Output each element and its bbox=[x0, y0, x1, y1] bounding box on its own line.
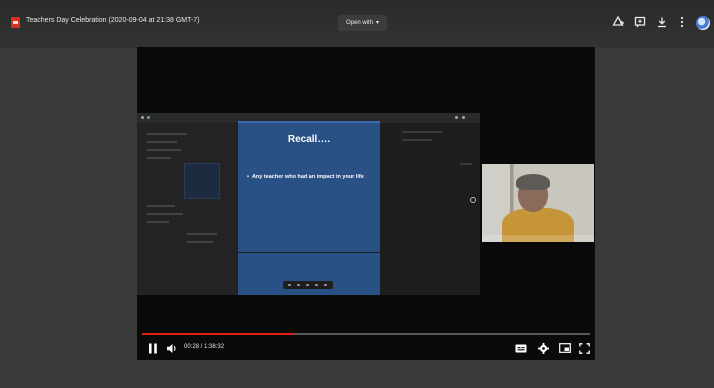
recorded-sidebar bbox=[137, 123, 237, 295]
volume-icon[interactable] bbox=[165, 342, 178, 354]
recorded-thumbnail bbox=[184, 163, 220, 199]
video-file-icon bbox=[11, 17, 20, 28]
add-to-drive-icon[interactable] bbox=[610, 14, 626, 30]
settings-icon[interactable] bbox=[537, 342, 550, 354]
time-display: 00:28 / 1:38:32 bbox=[184, 344, 225, 350]
file-title: Teachers Day Celebration (2020-09-04 at … bbox=[26, 17, 200, 24]
pause-icon[interactable] bbox=[147, 342, 159, 354]
slide-bullet-text: Any teacher who had an impact in your li… bbox=[251, 174, 364, 180]
recorded-panel bbox=[380, 123, 480, 295]
slide-bullet: • Any teacher who had an impact in your l… bbox=[247, 174, 375, 181]
recorded-dot bbox=[455, 116, 458, 119]
progress-bar[interactable] bbox=[142, 333, 590, 335]
screen-recording: Recall…. • Any teacher who had an impact … bbox=[137, 113, 480, 295]
more-vert-icon[interactable] bbox=[674, 14, 690, 30]
webcam-name-strip bbox=[482, 235, 594, 242]
fullscreen-icon[interactable] bbox=[578, 342, 591, 354]
player-controls: 00:28 / 1:38:32 bbox=[137, 336, 595, 360]
recorded-dot bbox=[462, 116, 465, 119]
recorded-circle-icon bbox=[470, 197, 476, 203]
miniplayer-icon[interactable] bbox=[558, 342, 571, 354]
slide-mini-toolbar bbox=[283, 281, 333, 289]
bullet-dot: • bbox=[247, 174, 249, 180]
recorded-dot bbox=[141, 116, 144, 119]
presentation-slide: Recall…. • Any teacher who had an impact … bbox=[238, 121, 380, 252]
slide-title: Recall…. bbox=[287, 134, 331, 145]
account-avatar[interactable] bbox=[696, 16, 710, 30]
comment-icon[interactable] bbox=[632, 14, 648, 30]
webcam-feed bbox=[482, 164, 594, 242]
webcam-person-hair bbox=[516, 174, 550, 190]
top-bar: Teachers Day Celebration (2020-09-04 at … bbox=[0, 0, 714, 48]
progress-played bbox=[142, 333, 295, 335]
open-with-label: Open with bbox=[346, 20, 374, 26]
caret-down-icon: ▾ bbox=[376, 20, 380, 26]
recorded-dot bbox=[147, 116, 150, 119]
download-icon[interactable] bbox=[654, 14, 670, 30]
captions-icon[interactable] bbox=[514, 342, 527, 354]
open-with-button[interactable]: Open with ▾ bbox=[338, 15, 388, 31]
